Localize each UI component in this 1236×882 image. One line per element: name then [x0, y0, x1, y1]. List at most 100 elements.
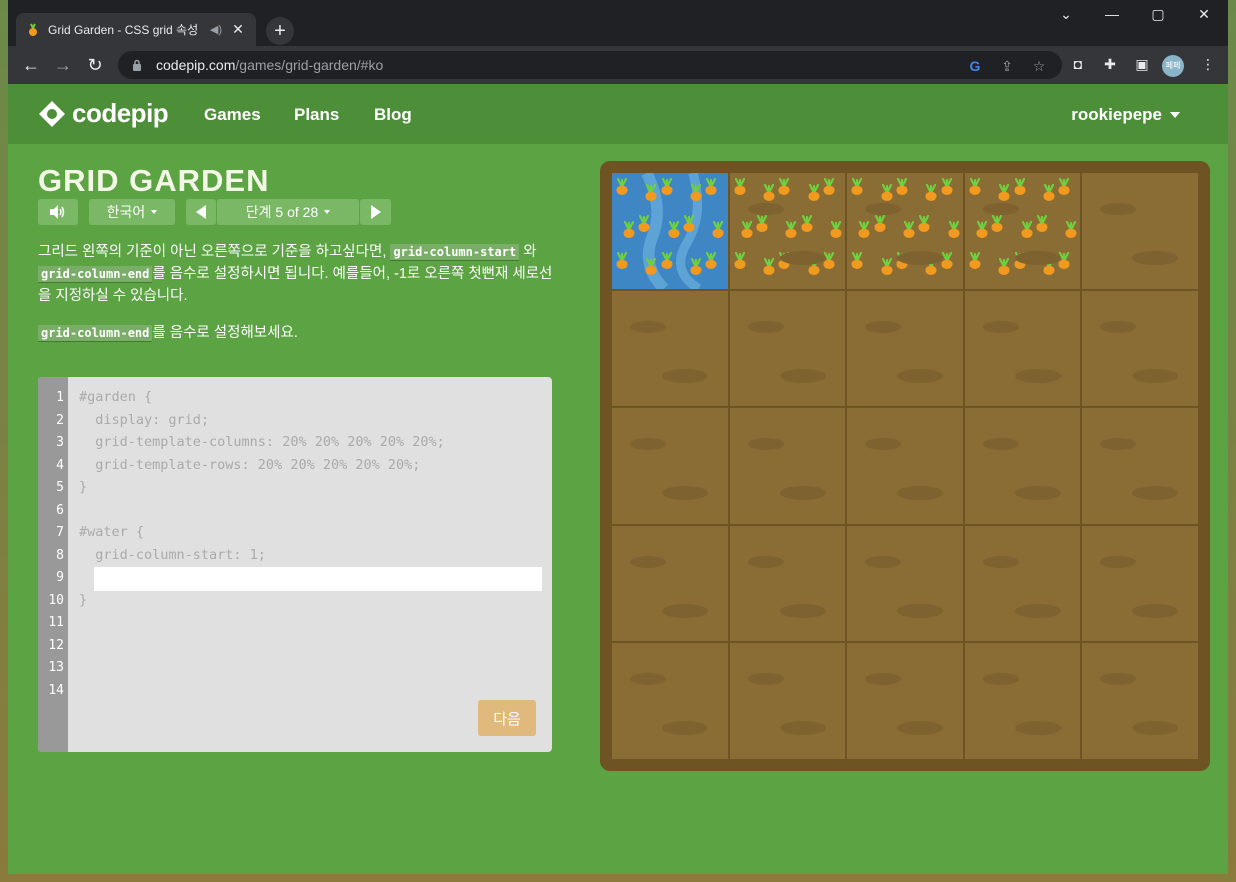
- carrot-icon: [847, 249, 868, 286]
- code-line: #water {: [79, 524, 145, 540]
- address-bar[interactable]: codepip.com/games/grid-garden/#ko G ⇪ ☆: [118, 51, 1062, 79]
- audio-icon[interactable]: ◀): [210, 23, 222, 36]
- soil-cell: [1082, 643, 1198, 759]
- carrot-icon: [796, 212, 818, 249]
- line-number: 3: [56, 435, 64, 450]
- code-snippet: grid-column-end: [38, 325, 153, 342]
- codepip-logo[interactable]: codepip: [38, 98, 169, 129]
- instructions: 그리드 왼쪽의 기준이 아닌 오른쪽으로 기준을 하고싶다면, grid-col…: [38, 241, 553, 359]
- carrot-icon: [965, 175, 986, 212]
- carrot-icon: [612, 175, 633, 212]
- carrot-icon: [678, 212, 700, 249]
- soil-cell: [847, 408, 963, 524]
- caret-down-icon: [1170, 112, 1180, 118]
- user-menu[interactable]: rookiepepe: [1071, 105, 1180, 125]
- triangle-left-icon: [196, 205, 206, 219]
- garden-grid: [612, 173, 1198, 759]
- logo-text: codepip: [72, 98, 169, 128]
- instruction-text: 를 음수로 설정해보세요.: [152, 325, 298, 341]
- camera-icon[interactable]: ◘: [1068, 56, 1088, 72]
- soil-cell: [612, 408, 728, 524]
- carrot-icon: [700, 249, 722, 286]
- share-icon[interactable]: ⇪: [998, 58, 1016, 75]
- minimize-icon[interactable]: —: [1092, 6, 1132, 22]
- soil-cell: [729, 408, 846, 524]
- browser-toolbar: ← → ↻ codepip.com/games/grid-garden/#ko …: [8, 46, 1228, 84]
- line-number: 7: [56, 525, 64, 540]
- soil-cell: [964, 408, 1081, 524]
- caret-down-icon: [324, 210, 331, 214]
- carrot-icon: [751, 212, 773, 249]
- chevron-down-icon[interactable]: ⌄: [1046, 6, 1086, 23]
- line-number: 10: [48, 593, 64, 608]
- soil-cell: [612, 290, 728, 407]
- star-icon[interactable]: ☆: [1030, 58, 1048, 75]
- level-label: 단계 5 of 28: [245, 204, 319, 220]
- forward-icon[interactable]: →: [52, 54, 74, 76]
- carrot-icon: [935, 175, 957, 212]
- code-line: grid-template-rows: 20% 20% 20% 20% 20%;: [79, 457, 421, 473]
- tab-close-icon[interactable]: ✕: [230, 21, 246, 38]
- soil-cell: [964, 525, 1081, 642]
- soil-cell: [1082, 408, 1198, 524]
- next-button[interactable]: 다음: [478, 700, 536, 736]
- line-number: 6: [56, 503, 64, 518]
- carrot-icon: [1031, 212, 1053, 249]
- nav-plans[interactable]: Plans: [294, 105, 339, 125]
- carrot-favicon-icon: [29, 23, 37, 36]
- reload-icon[interactable]: ↻: [84, 54, 106, 76]
- carrot-icon: [1053, 249, 1075, 286]
- line-number: 9: [56, 570, 64, 585]
- carrot-icon: [773, 175, 795, 212]
- carrot-icon: [847, 175, 868, 212]
- sidepanel-icon[interactable]: ▣: [1132, 56, 1152, 73]
- back-icon[interactable]: ←: [20, 54, 42, 76]
- language-select[interactable]: 한국어: [89, 199, 175, 225]
- carrot-patch: [967, 175, 1079, 287]
- carrot-patch: [732, 175, 844, 287]
- sound-button[interactable]: [38, 199, 78, 225]
- soil-cell: [729, 525, 846, 642]
- carrot-icon: [869, 212, 891, 249]
- css-answer-input[interactable]: [94, 567, 542, 591]
- carrot-icon: [656, 175, 678, 212]
- close-window-icon[interactable]: ✕: [1184, 6, 1224, 23]
- next-level-button[interactable]: [360, 199, 391, 225]
- prev-level-button[interactable]: [186, 199, 216, 225]
- line-number: 4: [56, 458, 64, 473]
- carrot-icon: [986, 212, 1008, 249]
- nav-games[interactable]: Games: [204, 105, 261, 125]
- soil-cell: [847, 290, 963, 407]
- carrot-cell: [729, 173, 846, 289]
- code-snippet: grid-column-start: [390, 244, 520, 261]
- carrot-icon: [818, 175, 840, 212]
- carrot-icon: [891, 175, 913, 212]
- carrot-icon: [965, 249, 986, 286]
- line-number: 8: [56, 548, 64, 563]
- google-icon[interactable]: G: [966, 58, 984, 74]
- new-tab-button[interactable]: +: [266, 17, 294, 45]
- level-select[interactable]: 단계 5 of 28: [217, 199, 359, 225]
- code-line: grid-column-start: 1;: [79, 547, 266, 563]
- carrot-icon: [730, 249, 751, 286]
- carrot-icon: [891, 249, 913, 286]
- carrot-icon: [913, 212, 935, 249]
- profile-avatar[interactable]: 페페: [1162, 55, 1184, 77]
- menu-icon[interactable]: ⋮: [1198, 56, 1218, 73]
- maximize-icon[interactable]: ▢: [1138, 6, 1178, 23]
- water-cell: [612, 173, 728, 289]
- code-line: #garden {: [79, 389, 153, 405]
- line-number: 13: [48, 660, 64, 675]
- nav-blog[interactable]: Blog: [374, 105, 412, 125]
- extensions-icon[interactable]: ✚: [1100, 56, 1120, 73]
- game-title: GRID GARDEN: [38, 163, 270, 198]
- carrot-icon: [1053, 175, 1075, 212]
- soil-cell: [729, 290, 846, 407]
- browser-tab[interactable]: Grid Garden - CSS grid 속성 ◀) ✕: [16, 13, 256, 46]
- url-text: codepip.com/games/grid-garden/#ko: [156, 57, 384, 73]
- code-line: }: [79, 592, 88, 608]
- line-number: 11: [48, 615, 64, 630]
- soil-cell: [1082, 290, 1198, 407]
- username: rookiepepe: [1071, 105, 1162, 124]
- carrot-icon: [656, 249, 678, 286]
